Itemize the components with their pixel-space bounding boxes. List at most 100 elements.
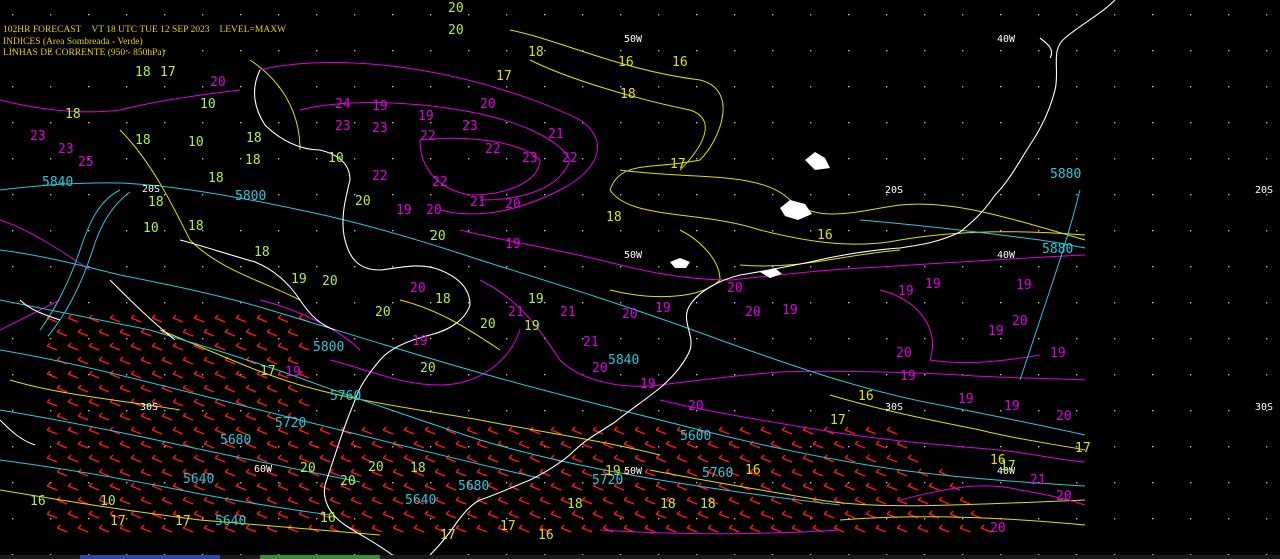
grid-dot [12, 266, 14, 268]
green-label: 18 [700, 497, 716, 512]
grid-dot [582, 194, 584, 196]
thickness-label: 5760 [330, 389, 361, 404]
grid-dot [1114, 338, 1116, 340]
green-label: 16 [320, 511, 336, 526]
grid-dot [240, 122, 242, 124]
grid-dot [468, 446, 470, 448]
grid-dot [810, 374, 812, 376]
green-label: 19 [528, 292, 544, 307]
grid-dot [50, 446, 52, 448]
grid-dot [1190, 482, 1192, 484]
grid-dot [126, 86, 128, 88]
grid-dot [1114, 194, 1116, 196]
grid-dot [164, 374, 166, 376]
grid-dot [50, 230, 52, 232]
grid-dot [126, 158, 128, 160]
thickness-label: 5880 [1050, 167, 1081, 182]
grid-dot [1190, 302, 1192, 304]
grid-dot [278, 518, 280, 520]
grid-dot [88, 14, 90, 16]
index-label: 19 [418, 109, 434, 124]
grid-dot [164, 302, 166, 304]
grid-dot [1228, 122, 1230, 124]
index-label: 24 [335, 97, 351, 112]
grid-dot [506, 122, 508, 124]
yellow-label: 17 [110, 514, 126, 529]
grid-dot [12, 482, 14, 484]
grid-dot [658, 410, 660, 412]
grid-dot [1038, 230, 1040, 232]
grid-dot [848, 230, 850, 232]
index-label: 22 [372, 169, 388, 184]
grid-dot [1000, 374, 1002, 376]
lon-label: 40W [997, 250, 1016, 261]
yellow-label: 18 [620, 87, 636, 102]
grid-dot [1076, 158, 1078, 160]
grid-dot [658, 266, 660, 268]
grid-dot [1000, 302, 1002, 304]
grid-dot [316, 482, 318, 484]
index-label: 23 [462, 119, 478, 134]
lat-label: 30S [885, 402, 903, 413]
grid-dot [126, 338, 128, 340]
grid-dot [468, 14, 470, 16]
green-label: 18 [567, 497, 583, 512]
grid-dot [88, 518, 90, 520]
grid-dot [354, 14, 356, 16]
grid-dot [582, 158, 584, 160]
grid-dot [696, 86, 698, 88]
grid-dot [1038, 14, 1040, 16]
grid-dot [1114, 410, 1116, 412]
grid-dot [164, 266, 166, 268]
grid-dot [1076, 86, 1078, 88]
grid-dot [1114, 230, 1116, 232]
grid-dot [1266, 122, 1268, 124]
grid-dot [1266, 230, 1268, 232]
green-label: 18 [245, 153, 261, 168]
grid-dot [468, 230, 470, 232]
grid-dot [202, 374, 204, 376]
grid-dot [544, 266, 546, 268]
grid-dot [544, 518, 546, 520]
grid-dot [886, 122, 888, 124]
grid-dot [1000, 14, 1002, 16]
grid-dot [1038, 410, 1040, 412]
grid-dot [88, 302, 90, 304]
grid-dot [924, 518, 926, 520]
grid-dot [1190, 518, 1192, 520]
grid-dot [12, 230, 14, 232]
grid-dot [544, 14, 546, 16]
green-label: 20 [448, 1, 464, 16]
grid-dot [1190, 266, 1192, 268]
grid-dot [12, 374, 14, 376]
grid-dot [658, 518, 660, 520]
grid-dot [772, 50, 774, 52]
grid-dot [1152, 158, 1154, 160]
grid-dot [316, 50, 318, 52]
grid-dot [1000, 158, 1002, 160]
grid-dot [12, 446, 14, 448]
grid-dot [278, 266, 280, 268]
grid-dot [126, 14, 128, 16]
grid-dot [582, 410, 584, 412]
grid-dot [734, 410, 736, 412]
grid-dot [1266, 50, 1268, 52]
green-label: 16 [30, 494, 46, 509]
forecast-header: 102HR FORECAST VT 18 UTC TUE 12 SEP 2023 L… [3, 25, 286, 36]
grid-dot [734, 374, 736, 376]
grid-dot [1038, 446, 1040, 448]
grid-dot [1152, 14, 1154, 16]
grid-dot [734, 122, 736, 124]
grid-dot [506, 374, 508, 376]
grid-dot [468, 158, 470, 160]
grid-dot [924, 266, 926, 268]
grid-dot [202, 302, 204, 304]
green-label: 17 [260, 364, 276, 379]
grid-dot [430, 410, 432, 412]
grid-dot [430, 14, 432, 16]
grid-dot [658, 86, 660, 88]
grid-dot [886, 482, 888, 484]
grid-dot [772, 338, 774, 340]
grid-dot [12, 194, 14, 196]
green-label: 18 [135, 133, 151, 148]
